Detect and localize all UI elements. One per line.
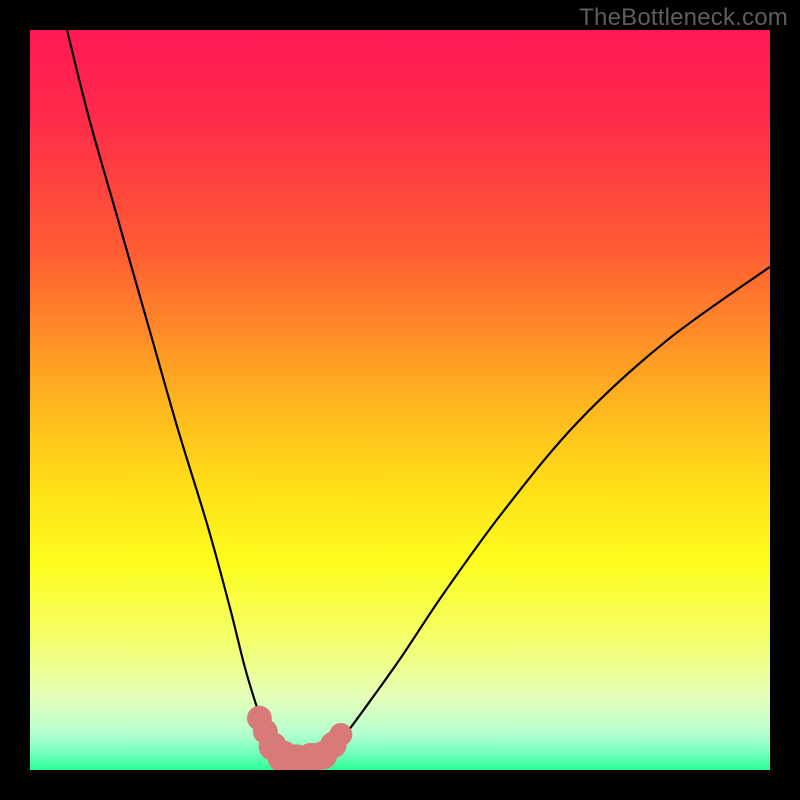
outer-frame: TheBottleneck.com (0, 0, 800, 800)
plot-area (30, 30, 770, 770)
watermark-text: TheBottleneck.com (579, 4, 788, 32)
left-curve (67, 30, 278, 757)
marker-layer (247, 706, 352, 770)
marker-dot (329, 723, 352, 746)
chart-svg (30, 30, 770, 770)
right-curve (326, 267, 770, 757)
